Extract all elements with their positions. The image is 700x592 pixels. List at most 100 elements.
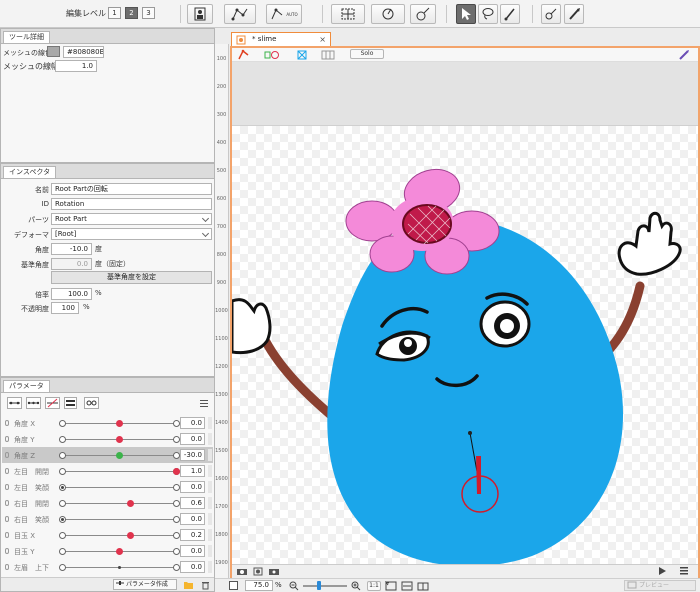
parameter-slider-track[interactable] xyxy=(62,471,176,472)
parameter-scrollbar[interactable] xyxy=(208,497,212,509)
slider-thumb[interactable] xyxy=(115,548,123,555)
mesh-display-icon[interactable] xyxy=(238,49,250,61)
actual-size-button[interactable]: 1:1 xyxy=(367,581,381,591)
tool-detail-tab[interactable]: ツール詳細 xyxy=(3,31,50,43)
fit-view-icon[interactable] xyxy=(296,49,308,61)
parameter-slider-track[interactable] xyxy=(62,535,176,536)
slider-min-key[interactable] xyxy=(59,452,66,459)
parameter-row[interactable]: 左目 笑顔 0.0 xyxy=(2,479,213,495)
camera-icon[interactable] xyxy=(236,566,248,576)
slider-thumb[interactable] xyxy=(115,452,123,459)
pen-setting-icon[interactable] xyxy=(678,49,690,61)
slider-max-key[interactable] xyxy=(173,516,180,523)
parameter-row[interactable]: 左眉 上下 0.0 xyxy=(2,559,213,575)
zoom-slider-track[interactable] xyxy=(303,585,347,587)
slider-min-key[interactable] xyxy=(59,564,66,571)
edit-level-2-button[interactable]: 2 xyxy=(125,7,138,19)
parameter-scrollbar[interactable] xyxy=(208,417,212,429)
opacity-field[interactable]: 100 xyxy=(51,302,79,314)
fit-to-window-icon[interactable] xyxy=(385,581,397,591)
slider-thumb[interactable] xyxy=(60,486,64,489)
parameter-scrollbar[interactable] xyxy=(208,465,212,477)
play-icon[interactable] xyxy=(656,566,668,576)
slider-min-key[interactable] xyxy=(59,420,66,427)
parameter-value-field[interactable]: -30.0 xyxy=(180,449,205,461)
link-icon[interactable] xyxy=(5,452,9,458)
slider-min-key[interactable] xyxy=(59,436,66,443)
angle-field[interactable]: -10.0 xyxy=(51,243,92,255)
slider-min-key[interactable] xyxy=(59,468,66,475)
zoom-field[interactable]: 75.0 xyxy=(245,580,273,591)
screen-layout-icon[interactable] xyxy=(417,581,429,591)
link-icon[interactable] xyxy=(5,532,9,538)
parameter-row[interactable]: 左目 開閉 1.0 xyxy=(2,463,213,479)
parameter-scrollbar[interactable] xyxy=(208,545,212,557)
parameter-scrollbar[interactable] xyxy=(208,561,212,573)
parameter-row[interactable]: 角度 Y 0.0 xyxy=(2,431,213,447)
name-field[interactable]: Root Partの回転 xyxy=(51,183,212,195)
parameter-value-field[interactable]: 0.2 xyxy=(180,529,205,541)
parameter-group-button[interactable] xyxy=(84,397,99,409)
slider-thumb[interactable] xyxy=(115,436,123,443)
slider-thumb[interactable] xyxy=(117,566,121,569)
folder-icon[interactable] xyxy=(183,580,194,590)
person-grid-tool-button[interactable] xyxy=(187,4,213,24)
rotation-deformer-tool-button[interactable] xyxy=(371,4,405,24)
canvas-fit-icon[interactable] xyxy=(229,581,238,590)
slider-max-key[interactable] xyxy=(173,420,180,427)
parameter-slider-track[interactable] xyxy=(62,487,176,488)
slider-max-key[interactable] xyxy=(173,484,180,491)
scale-field[interactable]: 100.0 xyxy=(51,288,92,300)
select-arrow-tool-button[interactable] xyxy=(456,4,476,24)
parameter-row[interactable]: 角度 X 0.0 xyxy=(2,415,213,431)
deformer-grid-tool-button[interactable] xyxy=(331,4,365,24)
slider-thumb[interactable] xyxy=(115,420,123,427)
grid-icon[interactable] xyxy=(320,49,336,61)
zoom-out-icon[interactable] xyxy=(289,581,299,591)
edit-level-1-button[interactable]: 1 xyxy=(108,7,121,19)
canvas-view[interactable] xyxy=(230,126,698,567)
id-field[interactable]: Rotation xyxy=(51,198,212,210)
record-camera-icon[interactable] xyxy=(268,566,280,576)
preview-button[interactable]: プレビュー xyxy=(624,580,696,591)
delete-keys-button[interactable] xyxy=(45,397,60,409)
parameter-value-field[interactable]: 0.0 xyxy=(180,513,205,525)
mesh-edit-tool-button[interactable] xyxy=(224,4,256,24)
parameter-value-field[interactable]: 1.0 xyxy=(180,465,205,477)
parameter-value-field[interactable]: 0.0 xyxy=(180,545,205,557)
pen-pin-tool-button[interactable] xyxy=(564,4,584,24)
slider-max-key[interactable] xyxy=(173,436,180,443)
timeline-list-icon[interactable] xyxy=(678,566,690,576)
slider-max-key[interactable] xyxy=(173,548,180,555)
slider-thumb[interactable] xyxy=(126,532,134,539)
brush-tool-button[interactable] xyxy=(500,4,520,24)
camera-copy-icon[interactable] xyxy=(252,566,264,576)
parameter-scrollbar[interactable] xyxy=(208,529,212,541)
parameter-row[interactable]: 目玉 X 0.2 xyxy=(2,527,213,543)
parameter-value-field[interactable]: 0.6 xyxy=(180,497,205,509)
mesh-color-swatch[interactable] xyxy=(47,46,60,57)
link-icon[interactable] xyxy=(5,564,9,570)
parameter-menu-button[interactable] xyxy=(199,398,209,408)
link-icon[interactable] xyxy=(5,516,9,522)
slider-min-key[interactable] xyxy=(59,532,66,539)
lasso-tool-button[interactable] xyxy=(478,4,498,24)
parameter-value-field[interactable]: 0.0 xyxy=(180,417,205,429)
parameter-value-field[interactable]: 0.0 xyxy=(180,561,205,573)
mesh-width-field[interactable]: 1.0 xyxy=(55,60,97,72)
link-icon[interactable] xyxy=(5,548,9,554)
deformer-display-icon[interactable] xyxy=(264,49,280,61)
edit-level-3-button[interactable]: 3 xyxy=(142,7,155,19)
close-tab-icon[interactable]: × xyxy=(319,33,326,46)
parameter-value-field[interactable]: 0.0 xyxy=(180,481,205,493)
slider-min-key[interactable] xyxy=(59,500,66,507)
parameter-scrollbar[interactable] xyxy=(208,481,212,493)
zoom-in-icon[interactable] xyxy=(351,581,361,591)
parameter-slider-track[interactable] xyxy=(62,503,176,504)
parameter-scrollbar[interactable] xyxy=(208,433,212,445)
link-icon[interactable] xyxy=(5,500,9,506)
parameter-tab[interactable]: パラメータ xyxy=(3,380,50,392)
slider-min-key[interactable] xyxy=(59,548,66,555)
parts-dropdown[interactable]: Root Part xyxy=(51,213,212,225)
set-base-angle-button[interactable]: 基準角度を設定 xyxy=(51,271,212,284)
